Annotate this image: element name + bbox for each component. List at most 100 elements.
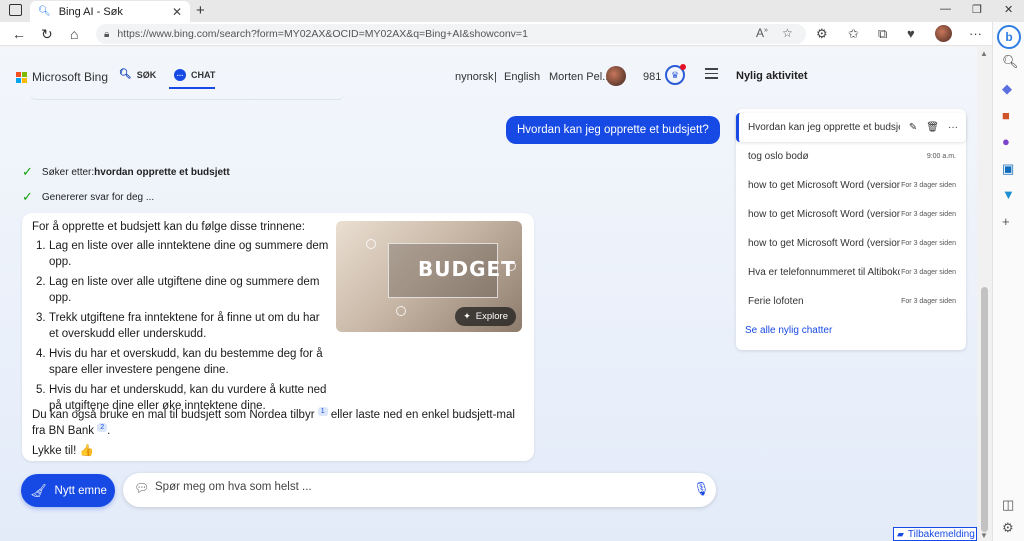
step-text: Trekk utgiftene fra inntektene for å fin… — [49, 312, 320, 340]
performance-icon[interactable]: ♥ — [907, 26, 915, 41]
rewards-points[interactable]: 981 — [643, 71, 661, 83]
favorites-icon[interactable]: ✩ — [848, 26, 859, 42]
budget-word: BUDGET — [418, 257, 516, 281]
scroll-down-icon[interactable]: ▼ — [980, 531, 988, 540]
browser-tab[interactable]: 🔍︎ Bing AI - Søk ✕ — [30, 1, 190, 22]
sidebar-outlook-icon[interactable]: ▣ — [1002, 161, 1014, 177]
edit-icon[interactable]: ✎ — [909, 122, 917, 133]
list-item: 2. Lag en liste over alle utgiftene dine … — [32, 274, 332, 306]
search-status-query: hvordan opprette et budsjett — [94, 166, 230, 178]
more-icon[interactable]: ··· — [948, 122, 958, 133]
recent-item-time: For 3 dager siden — [901, 211, 956, 218]
search-status-prefix: Søker etter: — [41, 166, 95, 178]
sidebar-tools-icon[interactable]: ■ — [1002, 108, 1010, 123]
recent-item[interactable]: tog oslo bodø 9:00 a.m. — [736, 142, 966, 171]
chat-input[interactable] — [155, 481, 675, 493]
recent-item-text: how to get Microsoft Word (version 1 — [748, 238, 900, 249]
explore-label: Explore — [475, 311, 508, 322]
explore-button[interactable]: ✦ Explore — [455, 307, 516, 326]
user-message-bubble: Hvordan kan jeg opprette et budsjett? — [506, 116, 720, 144]
chat-composer: 💬︎ 🎙︎ — [123, 473, 716, 507]
recent-item-active[interactable]: Hvordan kan jeg opprette et budsjett? ✎ … — [736, 113, 966, 142]
rewards-medal-icon[interactable]: ♛ — [665, 64, 686, 85]
page-scrollbar[interactable]: ▲ ▼ — [977, 47, 992, 541]
bing-logo[interactable]: Microsoft Bing — [16, 70, 108, 84]
profile-avatar[interactable] — [935, 25, 952, 42]
recent-item[interactable]: how to get Microsoft Word (version 1 For… — [736, 229, 966, 258]
back-icon[interactable]: ← — [12, 26, 26, 42]
citation-1[interactable]: 1 — [317, 407, 328, 416]
recent-item[interactable]: how to get Microsoft Word (version 1 For… — [736, 200, 966, 229]
delete-icon[interactable]: 🗑︎ — [926, 122, 939, 133]
user-name[interactable]: Morten Pel... — [549, 71, 611, 83]
list-item: 3. Trekk utgiftene fra inntektene for å f… — [32, 310, 332, 342]
recent-item-text: how to get Microsoft Word (version 1 — [748, 180, 900, 191]
close-tab-icon[interactable]: ✕ — [172, 5, 182, 19]
new-topic-button[interactable]: 🧹︎ Nytt emne — [21, 474, 115, 507]
new-topic-label: Nytt emne — [54, 484, 107, 497]
home-icon[interactable]: ⌂ — [70, 26, 78, 42]
search-status: ✓ Søker etter: hvordan opprette et budsj… — [22, 164, 230, 180]
extensions-icon[interactable]: ⚙ — [816, 26, 828, 42]
favorite-star-icon[interactable]: ☆ — [782, 26, 793, 40]
lang-nynorsk-link[interactable]: nynorsk — [455, 71, 494, 83]
outro-end: . — [107, 424, 111, 437]
recent-item-text: Hvordan kan jeg opprette et budsjett? — [748, 122, 900, 133]
recent-item-text: how to get Microsoft Word (version 1 — [748, 209, 900, 220]
new-tab-icon[interactable]: + — [196, 2, 205, 19]
lang-separator: | — [494, 71, 497, 83]
sidebar-add-icon[interactable]: + — [1002, 214, 1010, 229]
step-text: Lag en liste over alle utgiftene dine og… — [49, 276, 320, 304]
collections-icon[interactable]: ⧉ — [878, 26, 887, 42]
feedback-button[interactable]: ▰ Tilbakemelding — [893, 527, 977, 541]
generate-status-text: Genererer svar for deg ... — [41, 191, 155, 203]
microphone-icon[interactable]: 🎙︎ — [693, 481, 710, 497]
sidebar-hide-icon[interactable]: ◫ — [1002, 497, 1014, 513]
scroll-up-icon[interactable]: ▲ — [980, 49, 988, 58]
tab-chat[interactable]: … CHAT — [174, 69, 215, 81]
generate-status: ✓ Genererer svar for deg ... — [22, 189, 154, 205]
recent-item-time: For 3 dager siden — [901, 298, 956, 305]
recent-item[interactable]: how to get Microsoft Word (version 1 For… — [736, 171, 966, 200]
maximize-icon[interactable]: ❐ — [972, 3, 982, 16]
magic-wand-icon: ✦ — [463, 311, 471, 321]
tab-actions-icon[interactable] — [9, 4, 22, 16]
recent-item-actions: ✎ 🗑︎ ··· — [909, 122, 958, 133]
hamburger-menu-icon[interactable] — [705, 68, 718, 82]
decor-icon — [366, 239, 376, 249]
tab-title: Bing AI - Søk — [58, 5, 123, 18]
address-bar[interactable]: 🔒︎ https://www.bing.com/search?form=MY02… — [96, 24, 806, 44]
outro-text: Du kan også bruke en mal til budsjett so… — [32, 408, 315, 421]
see-all-chats-link[interactable]: Se alle nylig chatter — [745, 325, 832, 336]
tab-search-label: SØK — [136, 69, 157, 80]
recent-item[interactable]: Hva er telefonnummeret til Altibokon For… — [736, 258, 966, 287]
read-aloud-icon[interactable]: A» — [756, 26, 768, 40]
tab-strip: 🔍︎ Bing AI - Søk ✕ + — ❐ ✕ — [0, 0, 1024, 22]
lang-english-link[interactable]: English — [504, 71, 540, 83]
citation-2[interactable]: 2 — [97, 422, 108, 432]
notification-dot — [680, 64, 686, 70]
sidebar-search-icon[interactable]: 🔍︎ — [1002, 54, 1019, 70]
recent-item-time: For 3 dager siden — [901, 240, 956, 247]
user-avatar[interactable] — [606, 66, 626, 86]
search-icon: 🔍︎ — [119, 69, 132, 80]
bing-chat-icon[interactable]: b — [997, 25, 1021, 49]
more-menu-icon[interactable]: ··· — [969, 26, 982, 41]
scrollbar-thumb[interactable] — [981, 287, 988, 532]
broom-icon: 🧹︎ — [30, 482, 47, 498]
sidebar-games-icon[interactable]: ● — [1002, 134, 1010, 149]
budget-image[interactable]: BUDGET ✦ Explore — [336, 221, 522, 332]
sidebar-settings-icon[interactable]: ⚙ — [1002, 520, 1014, 536]
refresh-icon[interactable]: ↻ — [41, 26, 53, 43]
sidebar-shopping-icon[interactable]: ◆ — [1002, 81, 1012, 97]
sidebar-drop-icon[interactable]: ▼ — [1002, 187, 1015, 202]
address-bar-row: ← ↻ ⌂ 🔒︎ https://www.bing.com/search?for… — [0, 22, 1024, 46]
list-item: 4. Hvis du har et overskudd, kan du beste… — [32, 346, 332, 378]
tab-search[interactable]: 🔍︎ SØK — [119, 69, 156, 80]
recent-item-text: Hva er telefonnummeret til Altibokon — [748, 267, 900, 278]
recent-activity-panel: Hvordan kan jeg opprette et budsjett? ✎ … — [736, 109, 966, 350]
close-window-icon[interactable]: ✕ — [1004, 3, 1013, 16]
lock-icon[interactable]: 🔒︎ — [104, 29, 109, 40]
recent-item[interactable]: Ferie lofoten For 3 dager siden — [736, 287, 966, 316]
minimize-icon[interactable]: — — [940, 3, 951, 15]
